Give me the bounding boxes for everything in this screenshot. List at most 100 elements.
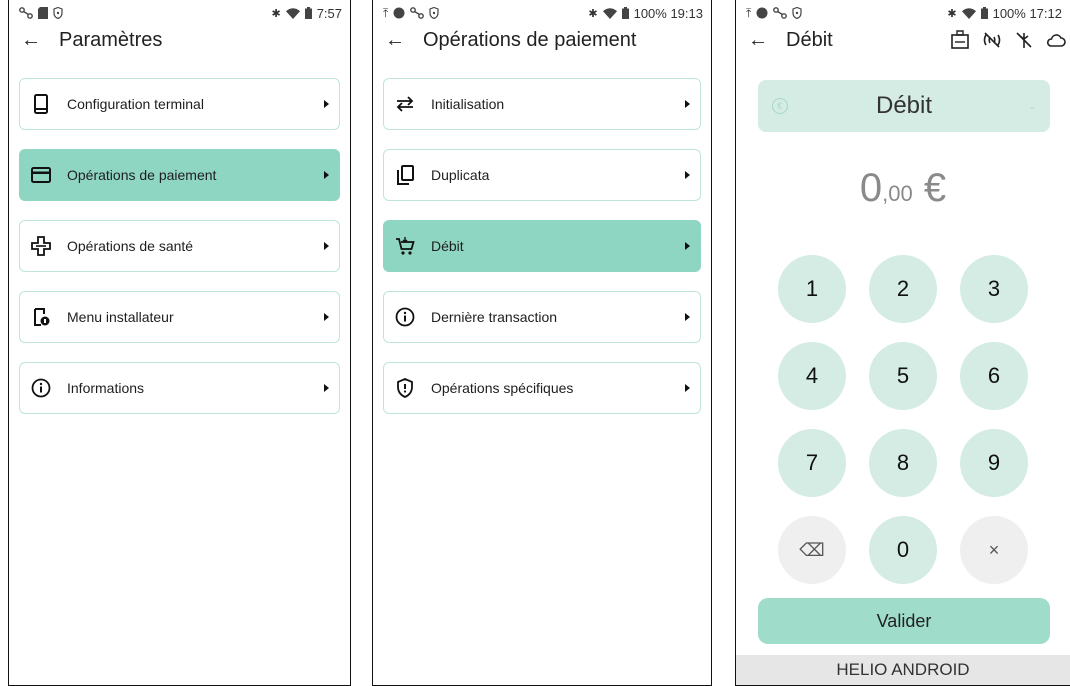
health-cross-icon (30, 235, 52, 257)
bluetooth-icon: ✱ (588, 7, 598, 20)
cloud-icon[interactable] (1046, 30, 1066, 50)
sd-card-icon (38, 7, 48, 19)
key-5[interactable]: 5 (869, 342, 937, 410)
status-time: 100% 17:12 (992, 5, 1062, 21)
clear-key[interactable]: × (960, 516, 1028, 584)
settings-list: Configuration terminal Opérations de pai… (9, 54, 350, 414)
device-footer: HELIO ANDROID (736, 655, 1070, 685)
menu-item-label: Initialisation (431, 96, 505, 112)
menu-item-duplicata[interactable]: Duplicata (383, 149, 701, 201)
app-status-icon (393, 7, 405, 19)
payment-operations-screen: ⤒ ✱ 100% 19:13 ← Opérations de paiement … (372, 0, 712, 686)
key-8[interactable]: 8 (869, 429, 937, 497)
battery-icon (304, 7, 312, 19)
menu-item-informations[interactable]: Informations (19, 362, 340, 414)
chevron-right-icon (324, 100, 329, 108)
amount-decimal: ,00 (882, 181, 913, 206)
key-2[interactable]: 2 (869, 255, 937, 323)
key-3[interactable]: 3 (960, 255, 1028, 323)
menu-item-operations-sante[interactable]: Opérations de santé (19, 220, 340, 272)
menu-item-menu-installateur[interactable]: Menu installateur (19, 291, 340, 343)
key-9[interactable]: 9 (960, 429, 1028, 497)
validate-button[interactable]: Valider (758, 598, 1050, 644)
page-title: Paramètres (59, 28, 163, 51)
menu-item-label: Informations (67, 380, 145, 396)
cart-icon (394, 235, 416, 257)
menu-item-label: Opérations spécifiques (431, 380, 574, 396)
phone-device-icon (30, 93, 52, 115)
menu-item-label: Dernière transaction (431, 309, 558, 325)
wifi-icon (961, 7, 976, 19)
menu-item-label: Configuration terminal (67, 96, 204, 112)
info-icon (30, 377, 52, 399)
status-time: 7:57 (316, 5, 342, 21)
shield-status-icon (792, 7, 802, 19)
key-7[interactable]: 7 (778, 429, 846, 497)
key-1[interactable]: 1 (778, 255, 846, 323)
swap-arrows-icon (394, 93, 416, 115)
menu-item-label: Menu installateur (67, 309, 174, 325)
back-arrow-icon[interactable]: ← (385, 30, 405, 50)
chevron-right-icon (324, 384, 329, 392)
menu-item-label: Opérations de paiement (67, 167, 217, 183)
chevron-right-icon (685, 100, 690, 108)
menu-item-operations-specifiques[interactable]: Opérations spécifiques (383, 362, 701, 414)
menu-item-debit[interactable]: Débit (383, 220, 701, 272)
amount-display: 0,00 € (736, 166, 1070, 211)
status-bar: ⤒ ✱ 100% 19:13 (373, 0, 711, 26)
operation-select-value: Débit (875, 92, 933, 119)
menu-item-operations-paiement[interactable]: Opérations de paiement (19, 149, 340, 201)
wifi-icon (602, 7, 617, 19)
key-6[interactable]: 6 (960, 342, 1028, 410)
shield-icon (394, 377, 416, 399)
backspace-key[interactable]: ⌫ (778, 516, 846, 584)
chevron-right-icon (685, 313, 690, 321)
back-arrow-icon[interactable]: ← (748, 30, 768, 50)
page-title: Débit (786, 28, 833, 51)
payment-operations-list: Initialisation Duplicata Débit Dernière … (373, 54, 711, 414)
link-icon (773, 7, 788, 19)
page-title: Opérations de paiement (423, 28, 637, 51)
debit-screen: ⤒ ✱ 100% 17:12 ← Débit € Débit ⌄ 0,00 € … (735, 0, 1070, 686)
signal-off-icon[interactable] (1014, 30, 1034, 50)
link-icon (410, 7, 425, 19)
chevron-right-icon (685, 171, 690, 179)
copy-icon (394, 164, 416, 186)
menu-item-configuration-terminal[interactable]: Configuration terminal (19, 78, 340, 130)
link-icon (19, 7, 33, 19)
info-icon (394, 306, 416, 328)
status-bar: ⤒ ✱ 100% 17:12 (736, 0, 1070, 26)
chevron-right-icon (324, 171, 329, 179)
key-4[interactable]: 4 (778, 342, 846, 410)
wifi-icon (285, 7, 300, 19)
menu-item-initialisation[interactable]: Initialisation (383, 78, 701, 130)
installer-icon (30, 306, 52, 328)
upload-icon: ⤒ (746, 5, 752, 20)
upload-icon: ⤒ (383, 5, 389, 20)
operation-select[interactable]: € Débit ⌄ (758, 80, 1050, 132)
chevron-right-icon (324, 313, 329, 321)
amount-currency: € (923, 166, 947, 210)
menu-item-label: Débit (431, 238, 464, 254)
menu-item-label: Duplicata (431, 167, 490, 183)
bluetooth-icon: ✱ (271, 7, 281, 20)
numeric-keypad: 1 2 3 4 5 6 7 8 9 ⌫ 0 × (736, 255, 1070, 584)
status-bar: ✱ 7:57 (9, 0, 350, 26)
shield-status-icon (429, 7, 439, 19)
chevron-right-icon (685, 384, 690, 392)
amount-integer: 0 (859, 166, 883, 210)
credit-card-icon (30, 164, 52, 186)
key-0[interactable]: 0 (869, 516, 937, 584)
nfc-off-icon[interactable] (982, 30, 1002, 50)
settings-screen: ✱ 7:57 ← Paramètres Configuration termin… (8, 0, 351, 686)
status-time: 100% 19:13 (633, 5, 703, 21)
back-arrow-icon[interactable]: ← (21, 30, 41, 50)
health-card-icon[interactable] (950, 30, 970, 50)
battery-icon (621, 7, 629, 19)
battery-icon (980, 7, 988, 19)
bluetooth-icon: ✱ (947, 7, 957, 20)
shield-status-icon (53, 7, 63, 19)
app-status-icon (756, 7, 768, 19)
chevron-right-icon (685, 242, 690, 250)
menu-item-derniere-transaction[interactable]: Dernière transaction (383, 291, 701, 343)
